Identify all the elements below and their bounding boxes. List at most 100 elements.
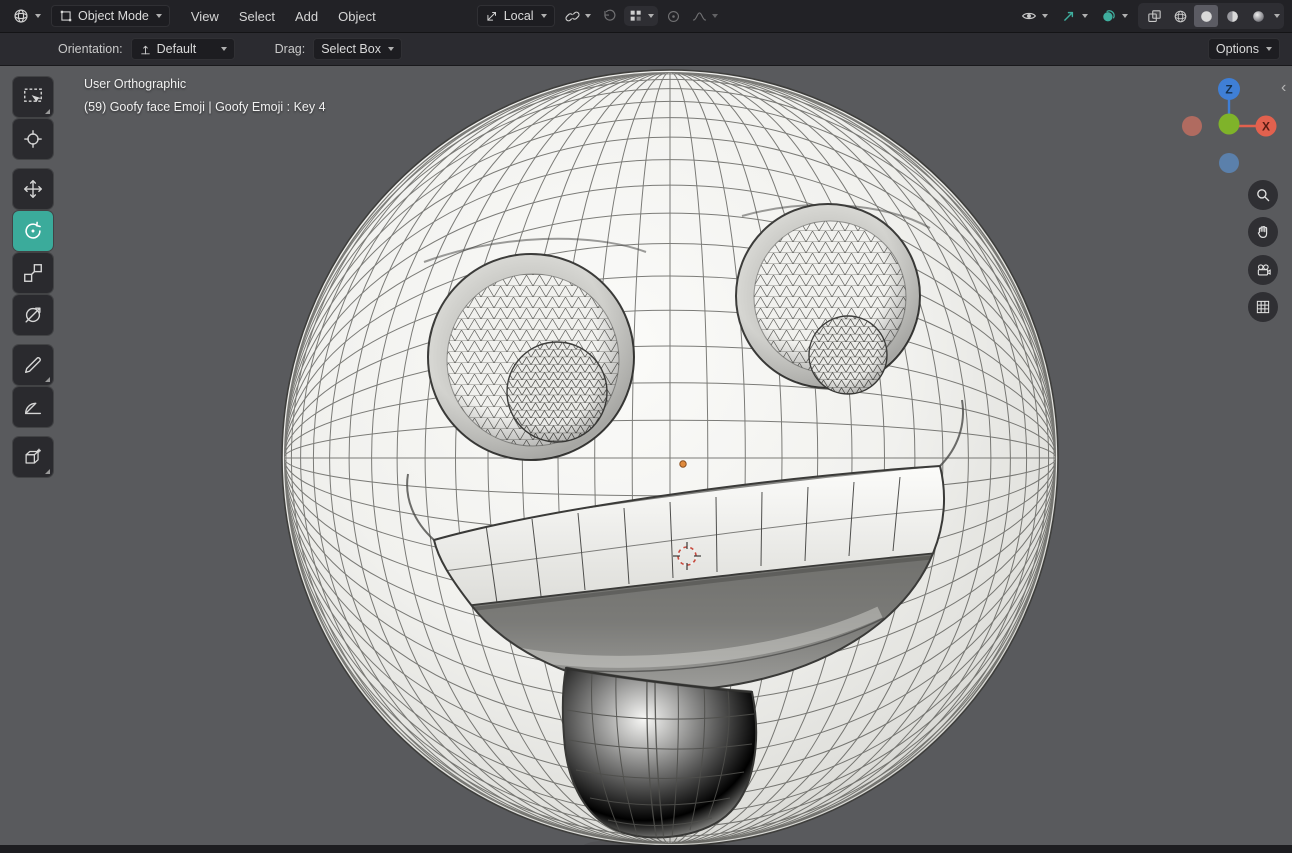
tool-rotate[interactable] — [13, 211, 53, 251]
snap-target-dropdown[interactable] — [562, 6, 593, 27]
tool-add-cube[interactable] — [13, 437, 53, 477]
transform-orientation-dropdown[interactable]: Local — [476, 5, 555, 27]
overlays-dropdown[interactable] — [1098, 5, 1130, 27]
rotate-icon — [25, 221, 41, 239]
chevron-down-icon — [220, 47, 227, 51]
options-dropdown[interactable]: Options — [1207, 38, 1280, 60]
visibility-dropdown[interactable] — [1018, 5, 1050, 27]
toolbar — [13, 77, 53, 487]
orientation-select-value: Default — [156, 42, 197, 56]
pan-button[interactable] — [1248, 217, 1278, 247]
mode-dropdown[interactable]: Object Mode — [51, 5, 170, 27]
options-label: Options — [1215, 42, 1259, 56]
tool-annotate[interactable] — [13, 345, 53, 385]
tool-select-box[interactable] — [13, 77, 53, 117]
mode-dropdown-label: Object Mode — [78, 9, 149, 23]
navigation-gizmo[interactable]: Z X — [1179, 76, 1279, 176]
visibility-eye-icon — [1021, 12, 1037, 20]
tool-transform[interactable] — [13, 295, 53, 335]
grid-ortho-icon — [1256, 300, 1270, 314]
status-bar — [0, 845, 1292, 853]
proportional-editing-icon[interactable] — [665, 8, 682, 25]
xray-icon — [1147, 9, 1161, 22]
orientation-label: Orientation: — [58, 42, 123, 56]
camera-view-icon — [1257, 264, 1271, 276]
object-mode-icon — [60, 10, 72, 22]
xray-toggle[interactable] — [1142, 5, 1166, 27]
subtool-corner-icon — [45, 469, 50, 474]
sidebar-collapse-arrow[interactable]: ‹ — [1281, 80, 1286, 96]
tool-move[interactable] — [13, 169, 53, 209]
tool-measure[interactable] — [13, 387, 53, 427]
gizmo-y-ball[interactable] — [1218, 113, 1240, 135]
zoom-icon — [1257, 189, 1270, 202]
add-cube-icon — [25, 448, 41, 464]
undo-arrow-icon[interactable] — [600, 8, 617, 25]
chevron-down-icon — [1042, 14, 1048, 18]
transform-orientation-icon — [487, 12, 496, 21]
drag-select-value: Select Box — [321, 42, 381, 56]
gizmo-x-label: X — [1262, 120, 1270, 134]
view-name-overlay: User Orthographic — [84, 77, 187, 91]
transform-controls: Local — [476, 5, 720, 27]
editor-type-selector[interactable] — [8, 5, 45, 27]
shading-rendered-button[interactable] — [1246, 5, 1270, 27]
chevron-down-icon — [1266, 47, 1272, 51]
menu-object[interactable]: Object — [329, 5, 385, 28]
chevron-down-icon — [540, 14, 547, 18]
gizmo-neg-z-ball[interactable] — [1219, 153, 1239, 173]
pan-hand-icon — [1257, 226, 1268, 238]
snap-grid-icon — [630, 10, 641, 21]
gizmo-neg-x-ball[interactable] — [1182, 116, 1202, 136]
falloff-curve-icon — [692, 11, 706, 21]
material-shading-icon — [1226, 10, 1238, 22]
chevron-down-icon — [647, 14, 654, 18]
3d-viewport[interactable] — [0, 0, 1292, 853]
overlays-toggle-icon — [1103, 10, 1115, 22]
3d-cursor-icon — [24, 130, 42, 148]
tool-scale[interactable] — [13, 253, 53, 293]
drag-select[interactable]: Select Box — [313, 38, 402, 60]
drag-label: Drag: — [274, 42, 306, 56]
select-box-icon — [24, 88, 42, 103]
menu-view[interactable]: View — [182, 5, 228, 28]
tool-cursor[interactable] — [13, 119, 53, 159]
orientation-select[interactable]: Default — [130, 38, 235, 60]
chevron-down-icon — [35, 14, 41, 18]
header-menus: View Select Add Object — [182, 5, 385, 28]
chevron-down-icon — [584, 14, 591, 18]
menu-select[interactable]: Select — [230, 5, 284, 28]
3d-viewport-editor-icon — [14, 9, 28, 23]
orientation-axes-icon — [140, 45, 150, 54]
chevron-down-icon — [1082, 14, 1088, 18]
annotate-pen-icon — [24, 357, 41, 374]
measure-icon — [24, 402, 42, 415]
shading-solid-button[interactable] — [1194, 5, 1218, 27]
chevron-down-icon[interactable] — [1274, 14, 1280, 18]
shading-wireframe-button[interactable] — [1168, 5, 1192, 27]
toggle-ortho-button[interactable] — [1248, 292, 1278, 322]
left-eye — [427, 253, 635, 461]
gizmos-dropdown[interactable] — [1058, 5, 1090, 27]
viewport-header: Object Mode View Select Add Object Local — [0, 0, 1292, 33]
zoom-button[interactable] — [1248, 180, 1278, 210]
gizmos-toggle-icon — [1064, 11, 1074, 21]
subtool-corner-icon — [45, 377, 50, 382]
chevron-down-icon — [711, 14, 718, 18]
shading-material-button[interactable] — [1220, 5, 1244, 27]
emoji-mesh-object[interactable] — [281, 69, 1059, 853]
rendered-shading-icon — [1252, 10, 1264, 22]
viewport-display-controls — [1018, 3, 1284, 29]
object-origin-dot[interactable] — [679, 460, 687, 468]
camera-view-button[interactable] — [1248, 255, 1278, 285]
chevron-down-icon — [387, 47, 394, 51]
move-icon — [24, 180, 42, 198]
wireframe-shading-icon — [1174, 10, 1186, 22]
snap-settings-dropdown[interactable] — [623, 6, 658, 26]
chevron-down-icon — [1122, 14, 1128, 18]
solid-shading-icon — [1200, 10, 1212, 22]
menu-add[interactable]: Add — [286, 5, 327, 28]
falloff-dropdown[interactable] — [689, 6, 720, 27]
tool-settings-bar: Orientation: Default Drag: Select Box Op… — [0, 33, 1292, 66]
shading-mode-group — [1138, 3, 1284, 29]
